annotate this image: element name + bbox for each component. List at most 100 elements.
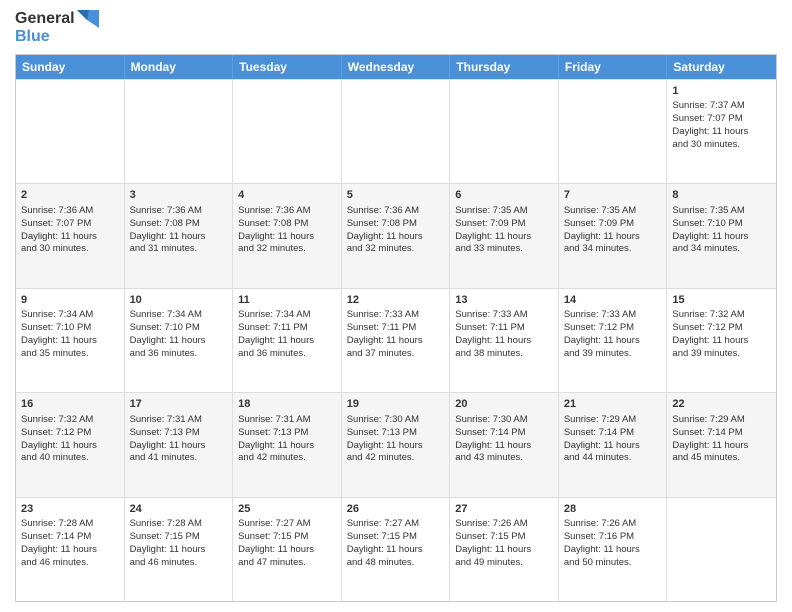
day-info-line: Daylight: 11 hours (238, 231, 336, 244)
day-info-line: and 39 minutes. (564, 348, 662, 361)
calendar-week-2: 2Sunrise: 7:36 AMSunset: 7:07 PMDaylight… (16, 183, 776, 287)
day-number: 23 (21, 502, 119, 517)
calendar-cell: 22Sunrise: 7:29 AMSunset: 7:14 PMDayligh… (667, 393, 776, 496)
calendar-week-1: 1Sunrise: 7:37 AMSunset: 7:07 PMDaylight… (16, 79, 776, 183)
day-info-line: Sunset: 7:13 PM (347, 427, 445, 440)
day-info-line: Sunset: 7:10 PM (130, 322, 228, 335)
day-info-line: Daylight: 11 hours (130, 231, 228, 244)
day-info-line: Daylight: 11 hours (21, 335, 119, 348)
calendar-cell: 10Sunrise: 7:34 AMSunset: 7:10 PMDayligh… (125, 289, 234, 392)
day-info-line: Sunset: 7:11 PM (238, 322, 336, 335)
calendar-cell: 5Sunrise: 7:36 AMSunset: 7:08 PMDaylight… (342, 184, 451, 287)
day-info-line: Daylight: 11 hours (130, 335, 228, 348)
day-number: 7 (564, 188, 662, 203)
day-info-line: Sunset: 7:07 PM (21, 218, 119, 231)
day-info-line: Daylight: 11 hours (238, 440, 336, 453)
day-number: 21 (564, 397, 662, 412)
day-info-line: and 32 minutes. (238, 243, 336, 256)
day-info-line: Daylight: 11 hours (564, 231, 662, 244)
day-info-line: Sunset: 7:14 PM (672, 427, 771, 440)
day-info-line: Daylight: 11 hours (238, 335, 336, 348)
day-number: 4 (238, 188, 336, 203)
day-info-line: and 46 minutes. (21, 557, 119, 570)
page-header: General Blue (15, 10, 777, 46)
calendar-cell: 15Sunrise: 7:32 AMSunset: 7:12 PMDayligh… (667, 289, 776, 392)
day-info-line: Sunset: 7:13 PM (130, 427, 228, 440)
day-number: 18 (238, 397, 336, 412)
day-number: 5 (347, 188, 445, 203)
day-info-line: Daylight: 11 hours (564, 440, 662, 453)
day-header-sunday: Sunday (16, 55, 125, 79)
day-info-line: Sunset: 7:14 PM (455, 427, 553, 440)
calendar-cell: 4Sunrise: 7:36 AMSunset: 7:08 PMDaylight… (233, 184, 342, 287)
day-info-line: Sunrise: 7:27 AM (347, 518, 445, 531)
calendar-cell: 6Sunrise: 7:35 AMSunset: 7:09 PMDaylight… (450, 184, 559, 287)
day-info-line: Daylight: 11 hours (21, 231, 119, 244)
day-info-line: and 47 minutes. (238, 557, 336, 570)
day-info-line: Sunrise: 7:34 AM (238, 309, 336, 322)
day-number: 15 (672, 293, 771, 308)
day-info-line: and 50 minutes. (564, 557, 662, 570)
day-number: 16 (21, 397, 119, 412)
day-info-line: and 41 minutes. (130, 452, 228, 465)
day-number: 3 (130, 188, 228, 203)
day-info-line: Sunset: 7:10 PM (21, 322, 119, 335)
day-info-line: and 49 minutes. (455, 557, 553, 570)
calendar-cell: 19Sunrise: 7:30 AMSunset: 7:13 PMDayligh… (342, 393, 451, 496)
day-info-line: Daylight: 11 hours (130, 440, 228, 453)
day-info-line: Sunrise: 7:28 AM (21, 518, 119, 531)
day-info-line: Sunrise: 7:34 AM (130, 309, 228, 322)
day-info-line: Sunrise: 7:28 AM (130, 518, 228, 531)
day-info-line: Sunrise: 7:32 AM (21, 414, 119, 427)
day-info-line: Sunrise: 7:35 AM (672, 205, 771, 218)
day-info-line: Sunrise: 7:32 AM (672, 309, 771, 322)
day-number: 22 (672, 397, 771, 412)
calendar-cell: 1Sunrise: 7:37 AMSunset: 7:07 PMDaylight… (667, 80, 776, 183)
day-info-line: and 33 minutes. (455, 243, 553, 256)
day-info-line: Sunrise: 7:36 AM (238, 205, 336, 218)
calendar-cell: 8Sunrise: 7:35 AMSunset: 7:10 PMDaylight… (667, 184, 776, 287)
day-info-line: Daylight: 11 hours (347, 335, 445, 348)
day-info-line: Daylight: 11 hours (672, 126, 771, 139)
calendar-cell: 21Sunrise: 7:29 AMSunset: 7:14 PMDayligh… (559, 393, 668, 496)
day-info-line: Sunrise: 7:33 AM (564, 309, 662, 322)
day-info-line: and 36 minutes. (238, 348, 336, 361)
day-info-line: and 30 minutes. (21, 243, 119, 256)
day-info-line: Daylight: 11 hours (455, 440, 553, 453)
day-info-line: and 35 minutes. (21, 348, 119, 361)
day-info-line: Sunrise: 7:36 AM (21, 205, 119, 218)
day-info-line: Sunset: 7:15 PM (238, 531, 336, 544)
day-info-line: Sunset: 7:15 PM (130, 531, 228, 544)
day-info-line: and 48 minutes. (347, 557, 445, 570)
day-info-line: and 42 minutes. (347, 452, 445, 465)
day-info-line: Sunset: 7:10 PM (672, 218, 771, 231)
day-info-line: Sunrise: 7:29 AM (672, 414, 771, 427)
day-info-line: Daylight: 11 hours (347, 544, 445, 557)
day-info-line: Sunrise: 7:36 AM (347, 205, 445, 218)
day-info-line: Daylight: 11 hours (347, 231, 445, 244)
day-info-line: Daylight: 11 hours (130, 544, 228, 557)
calendar-week-4: 16Sunrise: 7:32 AMSunset: 7:12 PMDayligh… (16, 392, 776, 496)
day-info-line: Daylight: 11 hours (21, 544, 119, 557)
day-info-line: Sunset: 7:11 PM (455, 322, 553, 335)
day-number: 24 (130, 502, 228, 517)
day-info-line: and 42 minutes. (238, 452, 336, 465)
day-header-wednesday: Wednesday (342, 55, 451, 79)
day-info-line: and 43 minutes. (455, 452, 553, 465)
calendar-cell: 7Sunrise: 7:35 AMSunset: 7:09 PMDaylight… (559, 184, 668, 287)
day-info-line: Daylight: 11 hours (564, 335, 662, 348)
day-info-line: Daylight: 11 hours (672, 335, 771, 348)
day-info-line: Sunset: 7:07 PM (672, 113, 771, 126)
calendar-cell: 25Sunrise: 7:27 AMSunset: 7:15 PMDayligh… (233, 498, 342, 601)
day-info-line: Daylight: 11 hours (347, 440, 445, 453)
day-number: 11 (238, 293, 336, 308)
day-number: 28 (564, 502, 662, 517)
day-info-line: Sunset: 7:16 PM (564, 531, 662, 544)
calendar-cell (559, 80, 668, 183)
calendar-cell: 23Sunrise: 7:28 AMSunset: 7:14 PMDayligh… (16, 498, 125, 601)
day-number: 27 (455, 502, 553, 517)
day-info-line: Sunrise: 7:31 AM (238, 414, 336, 427)
day-number: 19 (347, 397, 445, 412)
calendar-cell: 27Sunrise: 7:26 AMSunset: 7:15 PMDayligh… (450, 498, 559, 601)
day-number: 10 (130, 293, 228, 308)
